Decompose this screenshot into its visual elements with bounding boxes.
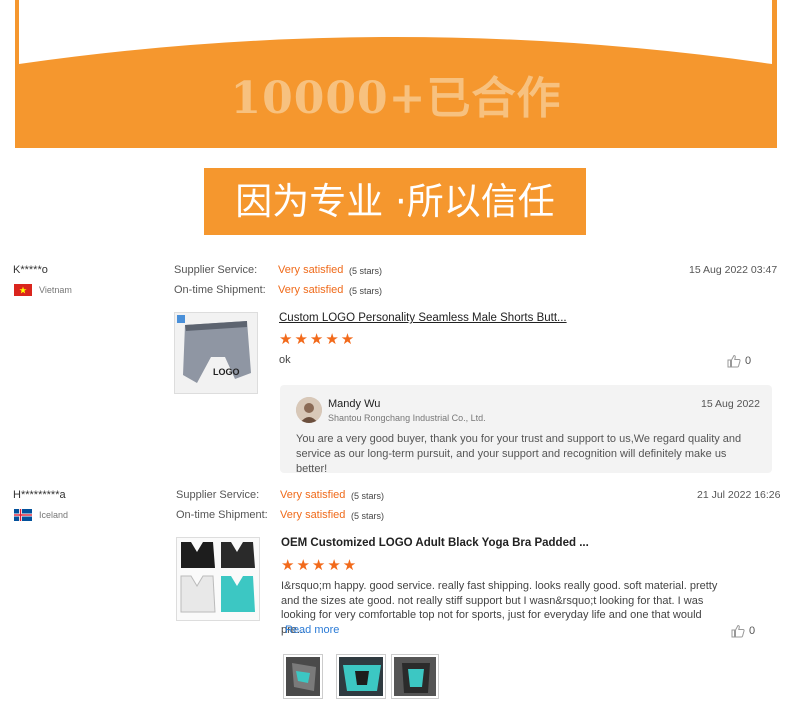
like-button[interactable]: 0 [731,624,755,638]
reply-author: Mandy Wu [328,398,381,410]
review-date: 21 Jul 2022 16:26 [697,489,781,501]
like-button[interactable]: 0 [727,354,751,368]
rating-stars: ★★★★★ [281,557,359,574]
iceland-flag-icon [14,509,32,521]
shipment-stars: (5 stars) [351,511,385,521]
vietnam-flag-icon [14,284,32,296]
review-date: 15 Aug 2022 03:47 [689,264,778,276]
avatar [296,397,322,423]
boxer-shorts-image: LOGO [175,313,257,393]
buyer-name: K*****o [13,264,48,276]
review-photo-thumb[interactable] [336,654,386,699]
buyer-country: Iceland [39,510,69,520]
product-title-link[interactable]: OEM Customized LOGO Adult Black Yoga Bra… [281,537,589,549]
shipment-label: On-time Shipment: [174,284,266,296]
shipment-value: Very satisfied [278,284,344,296]
cooperation-banner: 10000+已合作 [15,0,777,148]
supplier-service-value: Very satisfied [280,489,346,501]
review-photo [394,657,436,696]
thumbs-up-icon [727,354,741,368]
product-image[interactable] [176,537,260,621]
product-title-link[interactable]: Custom LOGO Personality Seamless Male Sh… [279,312,567,324]
supplier-service-stars: (5 stars) [349,266,383,276]
product-image[interactable]: LOGO [174,312,258,394]
supplier-service-label: Supplier Service: [174,264,258,276]
review-text: I&rsquo;m happy. good service. really fa… [281,580,718,636]
review-text: ok [279,354,291,366]
review-photo [286,657,320,696]
reply-text: You are a very good buyer, thank you for… [296,433,742,475]
like-count: 0 [749,625,756,637]
rating-stars: ★★★★★ [279,331,357,348]
supplier-service-value: Very satisfied [278,264,344,276]
photo-2-icon [339,657,383,696]
supplier-service-stars: (5 stars) [351,491,385,501]
review-photo-thumb[interactable] [283,654,323,699]
shipment-label: On-time Shipment: [176,509,268,521]
thumbs-up-icon [731,624,745,638]
review-photo-thumb[interactable] [391,654,439,699]
supplier-service-label: Supplier Service: [176,489,260,501]
supplier-avatar-icon [296,397,322,423]
like-count: 0 [745,355,752,367]
reply-company: Shantou Rongchang Industrial Co., Ltd. [328,413,486,423]
supplier-reply: Mandy Wu Shantou Rongchang Industrial Co… [280,385,772,475]
buyer-country: Vietnam [39,285,72,295]
photo-3-icon [394,657,436,696]
review-photo [339,657,383,696]
slogan-box: 因为专业 ·所以信任 [204,168,586,235]
banner-headline: 10000+已合作 [230,73,562,124]
shipment-stars: (5 stars) [349,286,383,296]
reply-date: 15 Aug 2022 [701,398,760,410]
yoga-bra-image [177,538,259,620]
read-more-link[interactable]: Read more [285,624,339,636]
product-logo-text: LOGO [213,367,240,377]
buyer-name: H*********a [13,489,66,501]
photo-1-icon [286,657,320,696]
shipment-value: Very satisfied [280,509,346,521]
